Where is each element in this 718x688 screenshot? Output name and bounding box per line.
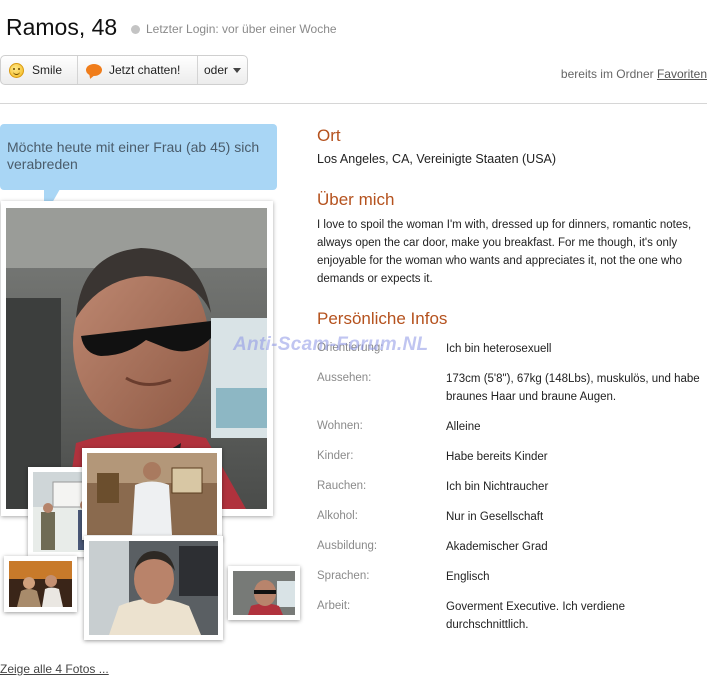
about-me-heading: Über mich xyxy=(317,190,395,209)
info-label-smoking: Rauchen: xyxy=(317,480,367,492)
last-login-text: Letzter Login: vor über einer Woche xyxy=(146,22,337,36)
info-value-appearance: 173cm (5'8"), 67kg (148Lbs), muskulös, u… xyxy=(446,373,700,403)
info-value-education: Akademischer Grad xyxy=(446,541,548,553)
smiley-icon xyxy=(9,62,24,78)
folder-prefix: bereits im Ordner xyxy=(560,67,654,81)
smile-button[interactable]: Smile xyxy=(1,56,78,84)
info-value-smoking: Ich bin Nichtraucher xyxy=(446,481,549,493)
action-bar: Smile Jetzt chatten! oder xyxy=(0,55,248,85)
info-label-alcohol: Alkohol: xyxy=(317,510,358,522)
personal-info-heading: Persönliche Infos xyxy=(317,309,448,328)
watermark-text: Anti-Scam-Forum.NL xyxy=(233,334,429,355)
photo-thumbnail-4[interactable] xyxy=(84,536,223,640)
status-message-bubble: Möchte heute mit einer Frau (ab 45) sich… xyxy=(0,124,277,190)
more-actions-dropdown[interactable]: oder xyxy=(198,56,247,84)
photo-thumbnail-2[interactable] xyxy=(82,448,222,540)
thumbnail-image xyxy=(89,541,218,635)
info-value-work: Goverment Executive. Ich verdiene durchs… xyxy=(446,601,625,631)
info-label-languages: Sprachen: xyxy=(317,570,370,582)
photo-thumbnail-5[interactable] xyxy=(228,566,300,620)
online-status-icon xyxy=(131,25,140,34)
about-me-text: I love to spoil the woman I'm with, dres… xyxy=(317,219,692,285)
info-label-work: Arbeit: xyxy=(317,600,351,612)
chevron-down-icon xyxy=(233,67,241,73)
show-all-photos-link[interactable]: Zeige alle 4 Fotos ... xyxy=(0,662,109,676)
location-value: Los Angeles, CA, Vereinigte Staaten (USA… xyxy=(317,152,557,166)
header-divider xyxy=(0,103,707,104)
favorites-link[interactable]: Favoriten xyxy=(657,67,707,81)
smile-label: Smile xyxy=(32,63,63,77)
thumbnail-image xyxy=(9,561,72,607)
info-value-languages: Englisch xyxy=(446,571,490,583)
location-heading: Ort xyxy=(317,126,341,145)
chat-button[interactable]: Jetzt chatten! xyxy=(78,56,198,84)
info-value-children: Habe bereits Kinder xyxy=(446,451,548,463)
more-label: oder xyxy=(203,63,228,77)
info-value-orientation: Ich bin heterosexuell xyxy=(446,343,552,355)
info-label-living: Wohnen: xyxy=(317,420,363,432)
profile-name: Ramos, 48 xyxy=(6,14,118,40)
photo-thumbnail-3[interactable] xyxy=(4,556,77,612)
thumbnail-image xyxy=(87,453,217,535)
info-value-living: Alleine xyxy=(446,421,481,433)
info-label-appearance: Aussehen: xyxy=(317,372,372,384)
chat-bubble-icon xyxy=(85,64,102,76)
info-label-education: Ausbildung: xyxy=(317,540,378,552)
folder-status: bereits im Ordner Favoriten xyxy=(561,67,707,81)
chat-label: Jetzt chatten! xyxy=(108,63,181,77)
info-value-alcohol: Nur in Gesellschaft xyxy=(446,511,544,523)
info-label-children: Kinder: xyxy=(317,450,354,462)
thumbnail-image xyxy=(233,571,295,615)
